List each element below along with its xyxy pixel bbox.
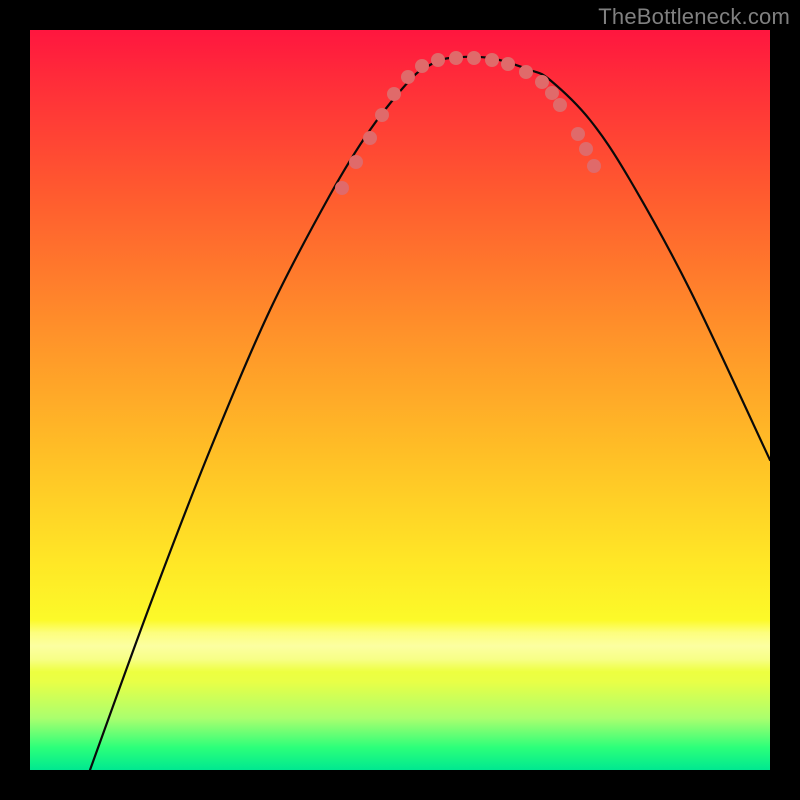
trough-marker	[363, 131, 377, 145]
plot-frame	[30, 30, 770, 770]
trough-marker	[519, 65, 533, 79]
trough-marker	[579, 142, 593, 156]
trough-marker	[571, 127, 585, 141]
curve-svg	[30, 30, 770, 770]
trough-marker	[401, 70, 415, 84]
trough-marker	[501, 57, 515, 71]
trough-marker	[335, 181, 349, 195]
bottleneck-curve	[90, 57, 770, 770]
trough-marker	[553, 98, 567, 112]
trough-marker	[449, 51, 463, 65]
trough-marker	[485, 53, 499, 67]
trough-marker	[545, 86, 559, 100]
trough-marker	[535, 75, 549, 89]
trough-marker	[349, 155, 363, 169]
watermark-text: TheBottleneck.com	[598, 4, 790, 30]
trough-marker	[375, 108, 389, 122]
trough-marker	[587, 159, 601, 173]
trough-marker	[431, 53, 445, 67]
trough-marker	[387, 87, 401, 101]
trough-marker	[415, 59, 429, 73]
trough-marker	[467, 51, 481, 65]
